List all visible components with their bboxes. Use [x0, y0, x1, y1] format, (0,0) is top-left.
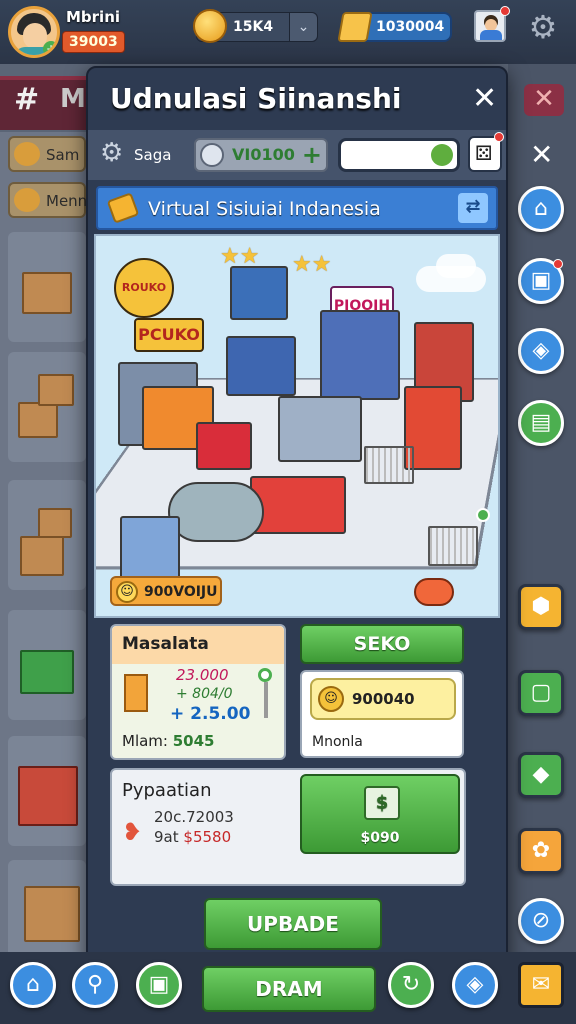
background-tab-1: Sam	[8, 136, 86, 172]
file-icon[interactable]: ▢	[518, 670, 564, 716]
stats-footer: Mlam: 5045	[122, 732, 215, 750]
coin-icon	[193, 9, 227, 43]
cart-icon[interactable]	[364, 446, 414, 484]
player-avatar[interactable]: +	[8, 6, 60, 58]
close-icon[interactable]: ✕	[530, 138, 553, 171]
package-icon[interactable]: ◈	[452, 962, 498, 1008]
close-icon[interactable]: ✕	[472, 84, 497, 114]
product-table[interactable]	[250, 476, 346, 534]
deal-card[interactable]: ☺ 900040 Mnonla	[300, 670, 464, 758]
box-icon[interactable]: ▣	[136, 962, 182, 1008]
background-cell	[8, 480, 86, 590]
counter[interactable]	[278, 396, 362, 462]
bag-icon[interactable]: ▤	[518, 400, 564, 446]
mail-icon[interactable]: ✉	[518, 962, 564, 1008]
deal-value: 900040	[352, 690, 415, 708]
home-icon[interactable]: ⌂	[10, 962, 56, 1008]
package-icon[interactable]: ◈	[518, 328, 564, 374]
vending-machine[interactable]	[120, 516, 180, 582]
scene-value-badge: ☺ 900VOIJU	[110, 576, 222, 606]
top-hud: + Mbrini 39003 15K4 ⌄ 1030004 ⚙	[0, 0, 576, 64]
coin-amount: 15K4	[233, 19, 274, 35]
smile-icon: ☺	[116, 581, 138, 603]
stats-line: 23.000	[176, 666, 229, 684]
store-banner: Virtual Sisiuiai Indanesia ⇄	[96, 186, 498, 230]
background-cell	[8, 736, 86, 846]
star-icon: ★★	[292, 252, 332, 277]
upgrade-button[interactable]: UPBADE	[204, 898, 382, 950]
gear-icon: ⚙	[100, 138, 124, 168]
gift-icon[interactable]: ✿	[518, 828, 564, 874]
conveyor	[168, 482, 264, 542]
cash-button[interactable]: $ $090	[300, 774, 460, 854]
gem-counter[interactable]: 1030004	[337, 12, 452, 42]
save-button[interactable]: ⚙ Saga	[100, 138, 180, 172]
notification-dot	[500, 6, 510, 16]
cash-counter[interactable]: VI0100 +	[194, 138, 328, 172]
coin-counter[interactable]: 15K4 ⌄	[193, 9, 318, 43]
crate-icon	[124, 674, 148, 712]
seko-button[interactable]: SEKO	[300, 624, 464, 664]
refresh-icon[interactable]: ↻	[388, 962, 434, 1008]
store-sign: PCUKO	[134, 318, 204, 352]
store-sign: ROUKO	[114, 258, 174, 318]
stats-title: Masalata	[122, 634, 209, 654]
dice-icon: ⚄	[475, 141, 493, 165]
search-icon[interactable]: ⚲	[72, 962, 118, 1008]
cash-amount: VI0100	[232, 145, 295, 164]
share-icon[interactable]: ⇄	[458, 193, 488, 223]
background-title: M	[60, 84, 86, 114]
shop-simulation-modal: Udnulasi Siinanshi ✕ ⚙ Saga VI0100 + ⚄ V…	[86, 66, 508, 970]
dice-button[interactable]: ⚄	[468, 132, 504, 172]
leaf-icon	[431, 144, 453, 166]
notification-dot	[494, 132, 504, 142]
checkout-stall[interactable]	[226, 336, 296, 396]
cart-icon[interactable]	[428, 526, 478, 566]
chevron-down-icon[interactable]: ⌄	[289, 13, 317, 41]
display-board	[230, 266, 288, 320]
background-close-icon: ✕	[524, 84, 564, 116]
gear-icon[interactable]: ⚙	[526, 10, 560, 44]
add-cash-button[interactable]: +	[302, 142, 322, 168]
compass-icon[interactable]: ⊘	[518, 898, 564, 944]
player-name: Mbrini	[66, 8, 121, 26]
progress-bar	[338, 138, 460, 172]
tag-icon[interactable]	[414, 578, 454, 606]
shop-icon[interactable]: ⌂	[518, 186, 564, 232]
crate-icon[interactable]: ◆	[518, 752, 564, 798]
background-cell	[8, 352, 86, 462]
ticket-icon	[337, 12, 373, 42]
stats-line: + 2.5.00	[170, 704, 251, 724]
modal-title: Udnulasi Siinanshi	[110, 82, 402, 115]
cash-icon: $	[364, 786, 400, 820]
background-cell	[8, 610, 86, 720]
player-level-badge: 39003	[62, 31, 125, 53]
clock-icon	[200, 143, 224, 167]
stats-card: Masalata 23.000 + 804/0 + 2.5.00 Mlam: 5…	[110, 624, 286, 760]
payment-title: Pypaatian	[122, 780, 212, 801]
add-friend-icon[interactable]: +	[43, 41, 57, 55]
friends-icon[interactable]	[474, 6, 510, 42]
key-icon	[106, 192, 140, 224]
banner-title: Virtual Sisiuiai Indanesia	[148, 198, 381, 220]
gold-box-icon[interactable]: ⬢	[518, 584, 564, 630]
status-dot	[476, 508, 490, 522]
coin-icon: ☺	[318, 686, 344, 712]
heart-icon: ❥	[122, 818, 143, 846]
stats-line: + 804/0	[176, 686, 233, 702]
payment-line: 20c.72003	[154, 808, 234, 826]
background-cell	[8, 232, 86, 342]
box-icon[interactable]: ▣	[518, 258, 564, 304]
cash-register[interactable]	[196, 422, 252, 470]
deal-label: Mnonla	[312, 734, 363, 750]
background-tab-2: Menn	[8, 182, 87, 218]
gem-amount: 1030004	[376, 19, 445, 35]
hash-icon: #	[14, 82, 40, 117]
pin-icon	[258, 668, 272, 682]
store-scene[interactable]: ★★ ★★ ROUKO PCUKO PIOOIH ☺ 900VOIJU	[94, 234, 500, 618]
payment-line: 9at $5580	[154, 828, 232, 846]
dram-button[interactable]: DRAM	[202, 966, 376, 1012]
shelf-stall[interactable]	[320, 310, 400, 400]
